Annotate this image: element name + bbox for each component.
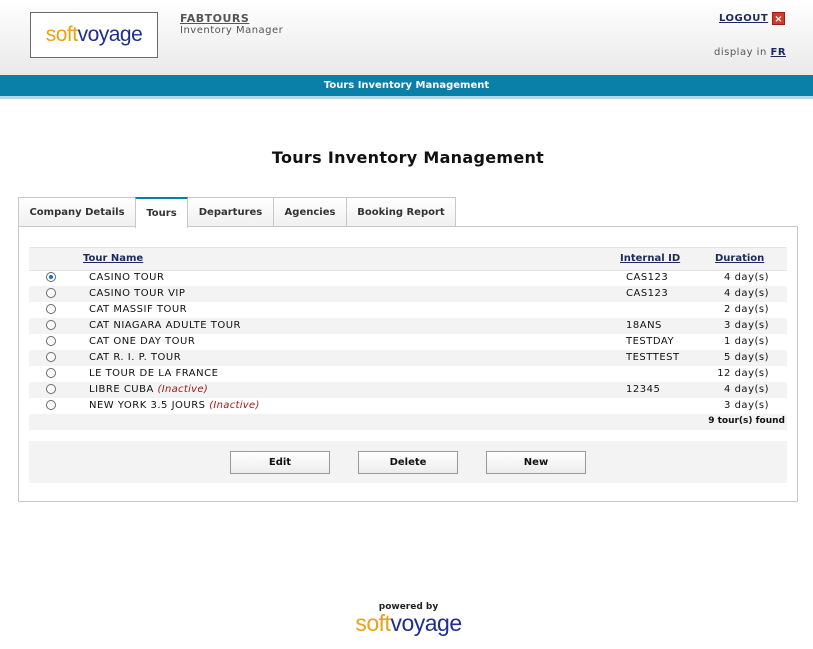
tab-company-details[interactable]: Company Details (18, 197, 136, 226)
internal-id: 18ANS (626, 320, 662, 331)
tour-name: CASINO TOUR VIP (89, 288, 186, 299)
column-duration[interactable]: Duration (715, 253, 764, 264)
table-row[interactable]: CASINO TOUR CAS123 4 day(s) (29, 270, 787, 286)
internal-id: 12345 (626, 384, 661, 395)
tour-name: CAT R. I. P. TOUR (89, 352, 182, 363)
table-row[interactable]: LE TOUR DE LA FRANCE 12 day(s) (29, 366, 787, 382)
action-bar: Edit Delete New (29, 441, 787, 483)
duration: 3 day(s) (724, 400, 769, 411)
tours-table-body: CASINO TOUR CAS123 4 day(s) CASINO TOUR … (29, 270, 787, 414)
footer-softvoyage-logo: softvoyage (0, 610, 813, 637)
footer-logo-voyage: voyage (390, 610, 462, 636)
tour-name: LE TOUR DE LA FRANCE (89, 368, 219, 379)
row-radio[interactable] (46, 400, 56, 410)
results-count: 9 tour(s) found (29, 414, 787, 430)
user-role: Inventory Manager (180, 25, 284, 36)
edit-button[interactable]: Edit (230, 451, 330, 474)
column-tour-name[interactable]: Tour Name (83, 253, 143, 264)
logout-link[interactable]: LOGOUT (719, 13, 768, 24)
tab-booking-report[interactable]: Booking Report (346, 197, 456, 226)
duration: 1 day(s) (724, 336, 769, 347)
tour-name: CAT MASSIF TOUR (89, 304, 188, 315)
table-header: Tour Name Internal ID Duration (29, 247, 787, 271)
language-switch: display in FR (714, 47, 786, 58)
duration: 12 day(s) (717, 368, 769, 379)
tab-tours[interactable]: Tours (135, 197, 188, 228)
internal-id: TESTTEST (626, 352, 680, 363)
row-radio[interactable] (46, 272, 56, 282)
row-radio[interactable] (46, 320, 56, 330)
new-button[interactable]: New (486, 451, 586, 474)
duration: 4 day(s) (724, 384, 769, 395)
internal-id: TESTDAY (626, 336, 675, 347)
duration: 4 day(s) (724, 272, 769, 283)
delete-button[interactable]: Delete (358, 451, 458, 474)
internal-id: CAS123 (626, 288, 669, 299)
row-radio[interactable] (46, 368, 56, 378)
section-bar: Tours Inventory Management (0, 75, 813, 99)
table-row[interactable]: CAT MASSIF TOUR 2 day(s) (29, 302, 787, 318)
row-radio[interactable] (46, 336, 56, 346)
row-radio[interactable] (46, 304, 56, 314)
tour-name: NEW YORK 3.5 JOURS (Inactive) (89, 400, 260, 411)
tab-agencies[interactable]: Agencies (273, 197, 347, 226)
app-header: soft voyage FABTOURS Inventory Manager LO… (0, 0, 813, 75)
results-count-text: 9 tour(s) found (708, 416, 785, 426)
tour-name: CAT ONE DAY TOUR (89, 336, 196, 347)
language-link-fr[interactable]: FR (771, 47, 787, 58)
row-radio[interactable] (46, 352, 56, 362)
duration: 4 day(s) (724, 288, 769, 299)
page-title: Tours Inventory Management (271, 148, 545, 167)
table-row[interactable]: CASINO TOUR VIP CAS123 4 day(s) (29, 286, 787, 302)
close-icon[interactable]: × (772, 12, 785, 25)
logo-soft-text: soft (45, 23, 78, 46)
duration: 2 day(s) (724, 304, 769, 315)
row-radio[interactable] (46, 384, 56, 394)
table-row[interactable]: NEW YORK 3.5 JOURS (Inactive) 3 day(s) (29, 398, 787, 414)
duration: 3 day(s) (724, 320, 769, 331)
tour-name: CAT NIAGARA ADULTE TOUR (89, 320, 241, 331)
table-row[interactable]: CAT R. I. P. TOUR TESTTEST 5 day(s) (29, 350, 787, 366)
table-row[interactable]: CAT ONE DAY TOUR TESTDAY 1 day(s) (29, 334, 787, 350)
company-name-link[interactable]: FABTOURS (180, 12, 249, 25)
table-row[interactable]: LIBRE CUBA (Inactive) 12345 4 day(s) (29, 382, 787, 398)
tours-panel: Tour Name Internal ID Duration CASINO TO… (18, 226, 798, 502)
internal-id: CAS123 (626, 272, 669, 283)
tab-departures[interactable]: Departures (187, 197, 274, 226)
softvoyage-logo: soft voyage (30, 12, 158, 58)
table-row[interactable]: CAT NIAGARA ADULTE TOUR 18ANS 3 day(s) (29, 318, 787, 334)
display-in-label: display in (714, 47, 767, 58)
tour-name: CASINO TOUR (89, 272, 165, 283)
tour-name: LIBRE CUBA (Inactive) (89, 384, 209, 395)
logo-voyage-text: voyage (77, 23, 143, 46)
column-internal-id[interactable]: Internal ID (620, 253, 680, 264)
duration: 5 day(s) (724, 352, 769, 363)
footer-logo-soft: soft (355, 610, 391, 636)
row-radio[interactable] (46, 288, 56, 298)
